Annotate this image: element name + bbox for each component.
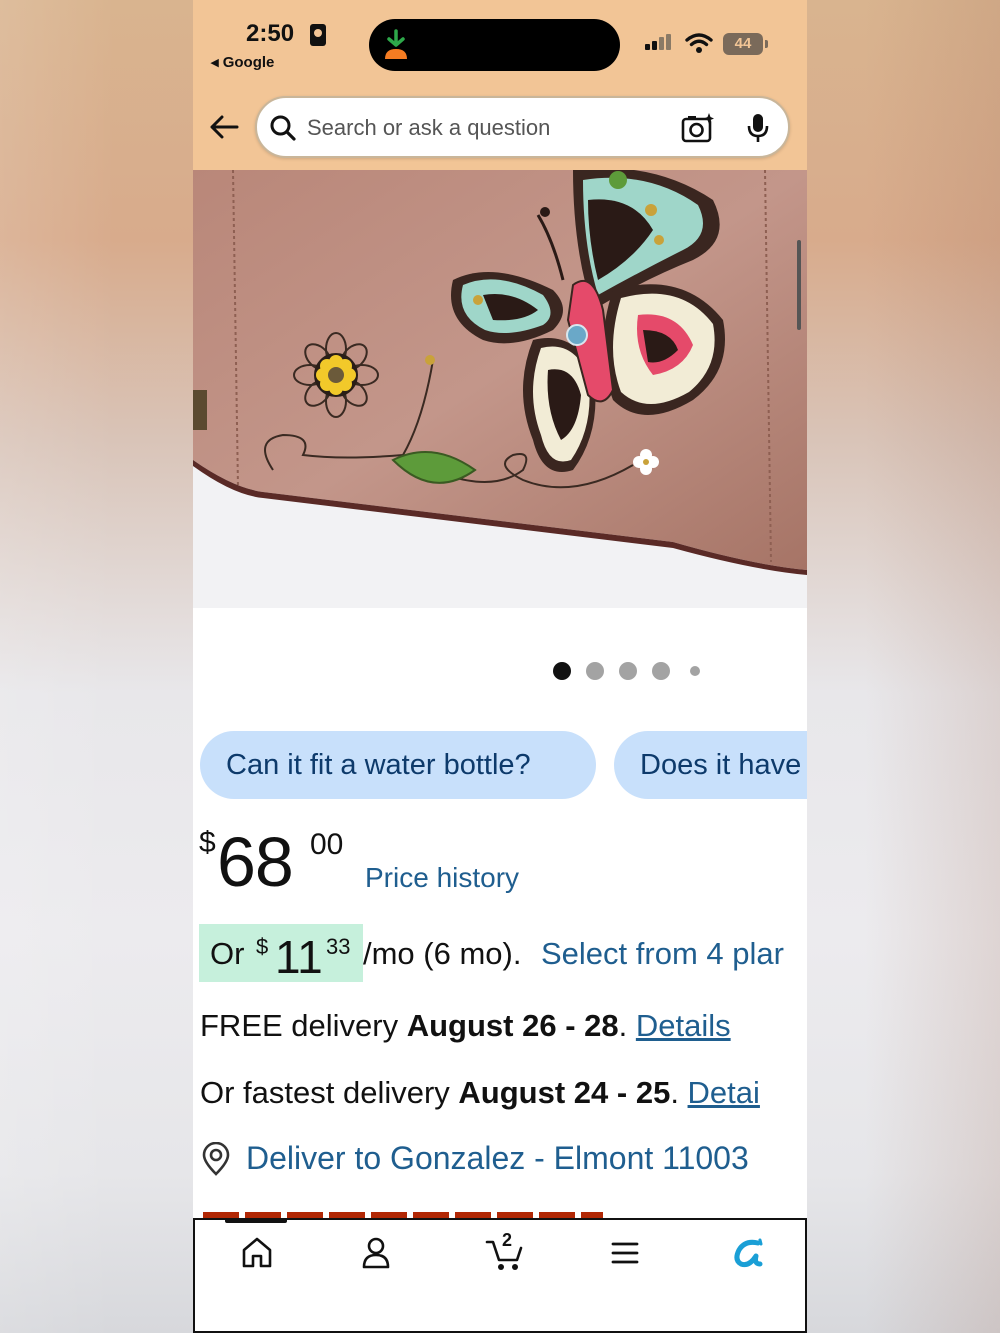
installment-whole: 11 bbox=[275, 931, 323, 983]
select-plan-link[interactable]: Select from 4 plar bbox=[541, 936, 784, 972]
price-currency: $ bbox=[199, 826, 216, 859]
dynamic-island bbox=[369, 19, 620, 71]
product-image[interactable] bbox=[193, 170, 807, 608]
camera-search-icon[interactable] bbox=[681, 112, 715, 144]
price-cents: 00 bbox=[310, 828, 344, 861]
image-carousel-dots[interactable] bbox=[551, 662, 711, 682]
suggestion-chip-does-it-have[interactable]: Does it have bbox=[614, 731, 807, 799]
microphone-icon[interactable] bbox=[745, 112, 771, 144]
focus-badge-icon bbox=[310, 24, 326, 46]
price-whole: 68 bbox=[217, 823, 294, 901]
carousel-dot-2[interactable] bbox=[586, 662, 604, 680]
carousel-dot-4[interactable] bbox=[652, 662, 670, 680]
carousel-dot-1[interactable] bbox=[553, 662, 571, 680]
location-pin-icon bbox=[202, 1142, 230, 1176]
active-tab-indicator bbox=[225, 1218, 287, 1223]
free-delivery-details-link[interactable]: Details bbox=[636, 1008, 731, 1043]
search-input[interactable] bbox=[307, 110, 667, 146]
account-icon bbox=[362, 1237, 390, 1269]
rufus-assistant-icon bbox=[734, 1238, 763, 1268]
menu-icon bbox=[611, 1242, 639, 1264]
background-left bbox=[0, 0, 193, 1333]
search-icon bbox=[270, 115, 296, 141]
search-bar[interactable] bbox=[255, 96, 790, 158]
nav-account[interactable] bbox=[346, 1234, 406, 1274]
back-arrow-icon[interactable] bbox=[207, 110, 241, 144]
nav-cart[interactable]: 2 bbox=[471, 1230, 531, 1274]
back-to-google-link[interactable]: ◂ Google bbox=[211, 53, 274, 71]
carousel-dot-5[interactable] bbox=[690, 666, 700, 676]
deliver-to-text: Deliver to Gonzalez - Elmont 11003 bbox=[246, 1140, 749, 1176]
fastest-delivery-dates: August 24 - 25 bbox=[458, 1075, 671, 1110]
status-time: 2:50 bbox=[246, 20, 295, 47]
suggestion-chip-water-bottle[interactable]: Can it fit a water bottle? bbox=[200, 731, 596, 799]
free-delivery-dates: August 26 - 28 bbox=[406, 1008, 619, 1043]
installment-cents: 33 bbox=[326, 934, 351, 959]
free-delivery-line: FREE delivery August 26 - 28. Details bbox=[200, 1008, 731, 1044]
nav-home[interactable] bbox=[227, 1234, 287, 1274]
product-photo-butterfly-bag bbox=[193, 170, 807, 608]
phone-screen: 2:50 ◂ Google 44 Search or ask a questio… bbox=[193, 0, 807, 1333]
installment-term: /mo (6 mo). bbox=[363, 936, 522, 971]
fastest-delivery-sep: . bbox=[670, 1075, 688, 1110]
page-scroll-indicator bbox=[797, 240, 801, 330]
battery-icon: 44 bbox=[723, 33, 768, 55]
carousel-dot-3[interactable] bbox=[619, 662, 637, 680]
home-icon bbox=[242, 1237, 272, 1268]
download-carrot-icon bbox=[385, 29, 407, 59]
fastest-delivery-details-link[interactable]: Detai bbox=[688, 1075, 760, 1110]
bottom-navigation: 2 bbox=[193, 1218, 807, 1333]
installment-currency: $ bbox=[256, 934, 269, 959]
fastest-delivery-line: Or fastest delivery August 24 - 25. Deta… bbox=[200, 1075, 760, 1111]
nav-assistant[interactable] bbox=[717, 1234, 777, 1274]
fastest-delivery-prefix: Or fastest delivery bbox=[200, 1075, 459, 1110]
installment-prefix: Or bbox=[210, 936, 245, 971]
image-footer-space bbox=[193, 608, 807, 648]
price-history-link[interactable]: Price history bbox=[365, 862, 519, 894]
background-right bbox=[807, 0, 1000, 1333]
free-delivery-prefix: FREE delivery bbox=[200, 1008, 407, 1043]
app-header: 2:50 ◂ Google 44 bbox=[193, 0, 807, 170]
wifi-icon bbox=[685, 33, 713, 53]
free-delivery-sep: . bbox=[618, 1008, 636, 1043]
nav-menu[interactable] bbox=[595, 1234, 655, 1274]
cart-count-badge: 2 bbox=[502, 1230, 513, 1250]
